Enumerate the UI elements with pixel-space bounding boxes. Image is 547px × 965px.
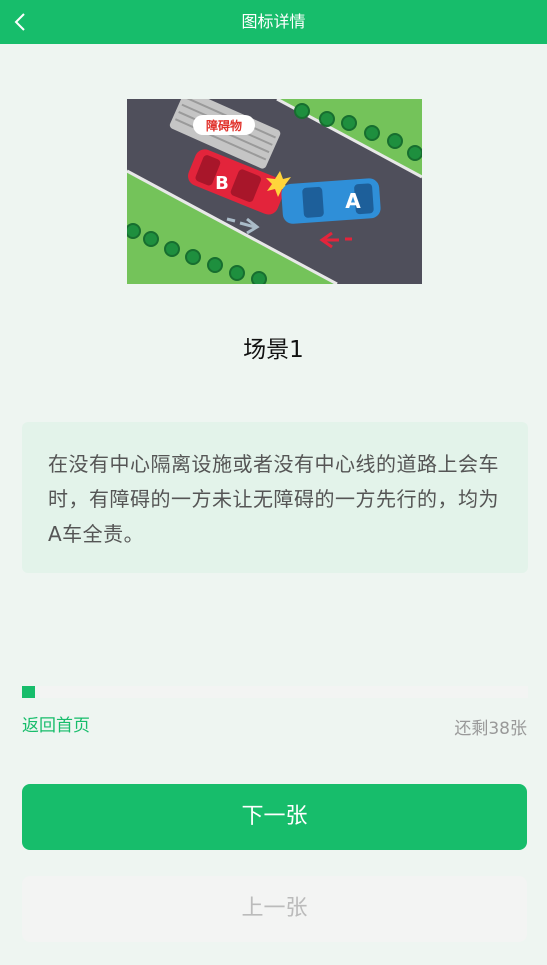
scene-illustration: 障碍物 B A <box>127 99 422 284</box>
obstacle-label: 障碍物 <box>206 118 242 133</box>
car-b-label: B <box>215 173 229 194</box>
scene-title: 场景1 <box>243 337 304 363</box>
next-button[interactable]: 下一张 <box>22 784 527 850</box>
top-bar: 图标详情 <box>0 0 547 44</box>
page-title: 图标详情 <box>241 12 306 31</box>
remaining-count: 还剩38张 <box>454 719 527 739</box>
previous-button[interactable]: 上一张 <box>22 876 527 942</box>
progress-bar <box>22 686 528 698</box>
back-home-link[interactable]: 返回首页 <box>22 711 90 736</box>
description-card: 在没有中心隔离设施或者没有中心线的道路上会车时，有障碍的一方未让无障碍的一方先行… <box>22 422 528 573</box>
car-a-label: A <box>345 189 361 213</box>
progress-fill <box>22 686 36 698</box>
description-text: 在没有中心隔离设施或者没有中心线的道路上会车时，有障碍的一方未让无障碍的一方先行… <box>48 452 499 546</box>
